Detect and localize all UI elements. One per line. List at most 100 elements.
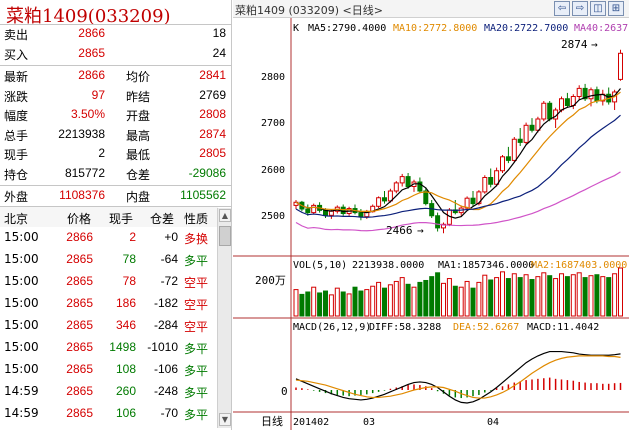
tick-oi: -106: [153, 362, 178, 376]
candle: [529, 124, 535, 131]
tick-qty: 106: [115, 406, 136, 420]
next-arrow-icon[interactable]: ⇨: [572, 1, 588, 16]
volume-bar: [618, 267, 623, 317]
volume-bar: [446, 278, 452, 317]
stat-label: 最低: [126, 148, 151, 162]
volume-bar: [405, 283, 411, 317]
period-label: 日线: [261, 414, 283, 428]
volume-bar: [505, 278, 511, 317]
inner-label: 内盘: [126, 190, 151, 204]
prev-arrow-icon[interactable]: ⇦: [554, 1, 570, 16]
candle: [340, 206, 346, 214]
macd-diff: DIFF:58.3288: [369, 322, 441, 333]
volume-bar: [488, 279, 494, 317]
tick-oi: -284: [153, 318, 178, 332]
candle: [470, 197, 476, 205]
vol-ma1: MA1:1857346.0000: [438, 260, 534, 271]
candle: [393, 182, 399, 192]
volume-bar: [364, 289, 370, 317]
tick-qty: 2: [129, 230, 136, 244]
macd-dea-line: [295, 355, 621, 399]
volume-bar: [328, 294, 334, 317]
quote-panel: 菜粕1409(033209) 卖出 2866 18 买入 2865 24 最新 2…: [0, 0, 232, 430]
volume-bar: [411, 286, 417, 317]
candle: [541, 102, 547, 120]
volume-bar: [559, 273, 564, 317]
tick-qty: 78: [122, 252, 136, 266]
chart-panel[interactable]: 菜粕1409 (033209) <日线> ⇦ ⇨ ◫ ⊞ K MA5:2790.…: [233, 0, 629, 430]
volume-bar: [352, 286, 358, 317]
tick-nature: 多平: [184, 342, 209, 356]
scroll-thumb[interactable]: [219, 226, 231, 246]
tick-price: 2866: [66, 230, 93, 244]
tick-table-header: 北京 价格 现手 仓差 性质: [0, 207, 218, 227]
ma10-line: [295, 91, 621, 212]
candle: [564, 98, 570, 106]
volume-bar: [387, 284, 393, 317]
volume-bar: [299, 293, 305, 317]
tick-price: 2865: [66, 340, 93, 354]
tick-scrollbar[interactable]: ▲ ▼: [217, 208, 231, 428]
moving-average-lines: [295, 88, 621, 232]
volume-bar: [547, 275, 553, 317]
tick-nature: 多平: [184, 408, 209, 422]
buy-price: 2865: [78, 46, 105, 60]
buy-qty: 24: [212, 46, 226, 60]
stat-value: 2808: [199, 107, 226, 121]
volume-bar: [441, 282, 446, 317]
stat-label: 仓差: [126, 167, 151, 182]
volume-bar: [612, 273, 618, 317]
volume-bar: [500, 271, 505, 317]
tick-nature: 空平: [184, 276, 209, 290]
outer-label: 外盘: [4, 190, 29, 204]
stat-value: 2769: [199, 87, 226, 102]
candle: [618, 52, 623, 80]
tick-time: 15:00: [4, 252, 39, 266]
volume-bar: [334, 287, 340, 317]
stat-label: 最高: [126, 128, 151, 143]
chart-title: 菜粕1409 (033209) <日线>: [235, 4, 383, 17]
volume-bar: [452, 285, 458, 317]
candle: [376, 197, 382, 207]
candle: [435, 215, 441, 229]
stat-value: 2841: [199, 68, 226, 82]
tick-time: 14:59: [4, 384, 39, 398]
stat-label: 最新: [4, 70, 29, 84]
tick-price: 2865: [66, 406, 93, 420]
vol-ma2: MA2:1687403.0000: [531, 260, 627, 271]
kline-chart[interactable]: K MA5:2790.4000 MA10:2772.8000 MA20:2722…: [233, 18, 629, 430]
volume-bar: [588, 275, 594, 317]
stat-value: 2874: [199, 126, 226, 141]
chart-header: 菜粕1409 (033209) <日线> ⇦ ⇨ ◫ ⊞: [233, 0, 629, 18]
stat-value: 2866: [78, 68, 105, 82]
tick-nature: 空平: [184, 298, 209, 312]
candle: [500, 156, 505, 172]
scroll-up-button[interactable]: ▲: [219, 209, 231, 222]
time-tick: 03: [363, 417, 375, 428]
price-tick: 2800: [261, 72, 285, 83]
volume-bar: [435, 272, 441, 317]
col-time: 北京: [4, 212, 29, 226]
volume-bar: [376, 281, 382, 317]
stat-value: 2805: [199, 146, 226, 160]
high-mark: 2874: [561, 38, 588, 51]
candle: [423, 190, 429, 205]
stat-label: 幅度: [4, 109, 29, 123]
layout-icon[interactable]: ◫: [590, 1, 606, 16]
low-arrow-icon: →: [417, 224, 424, 237]
ma20-line: [295, 114, 621, 218]
buy-label: 买入: [4, 48, 29, 62]
tick-qty: 346: [115, 318, 136, 332]
stat-label: 现手: [4, 148, 29, 162]
candlestick-series: [293, 49, 623, 234]
stat-value: 97: [91, 87, 105, 102]
candle: [588, 89, 594, 100]
grid-icon[interactable]: ⊞: [608, 1, 624, 16]
stat-label: 持仓: [4, 167, 29, 182]
volume-bars: [293, 267, 623, 317]
volume-bar: [393, 280, 399, 317]
scroll-down-button[interactable]: ▼: [219, 413, 231, 426]
volume-bar: [553, 278, 559, 317]
macd-value: MACD:11.4042: [527, 322, 599, 333]
ma5-line: [295, 88, 621, 219]
